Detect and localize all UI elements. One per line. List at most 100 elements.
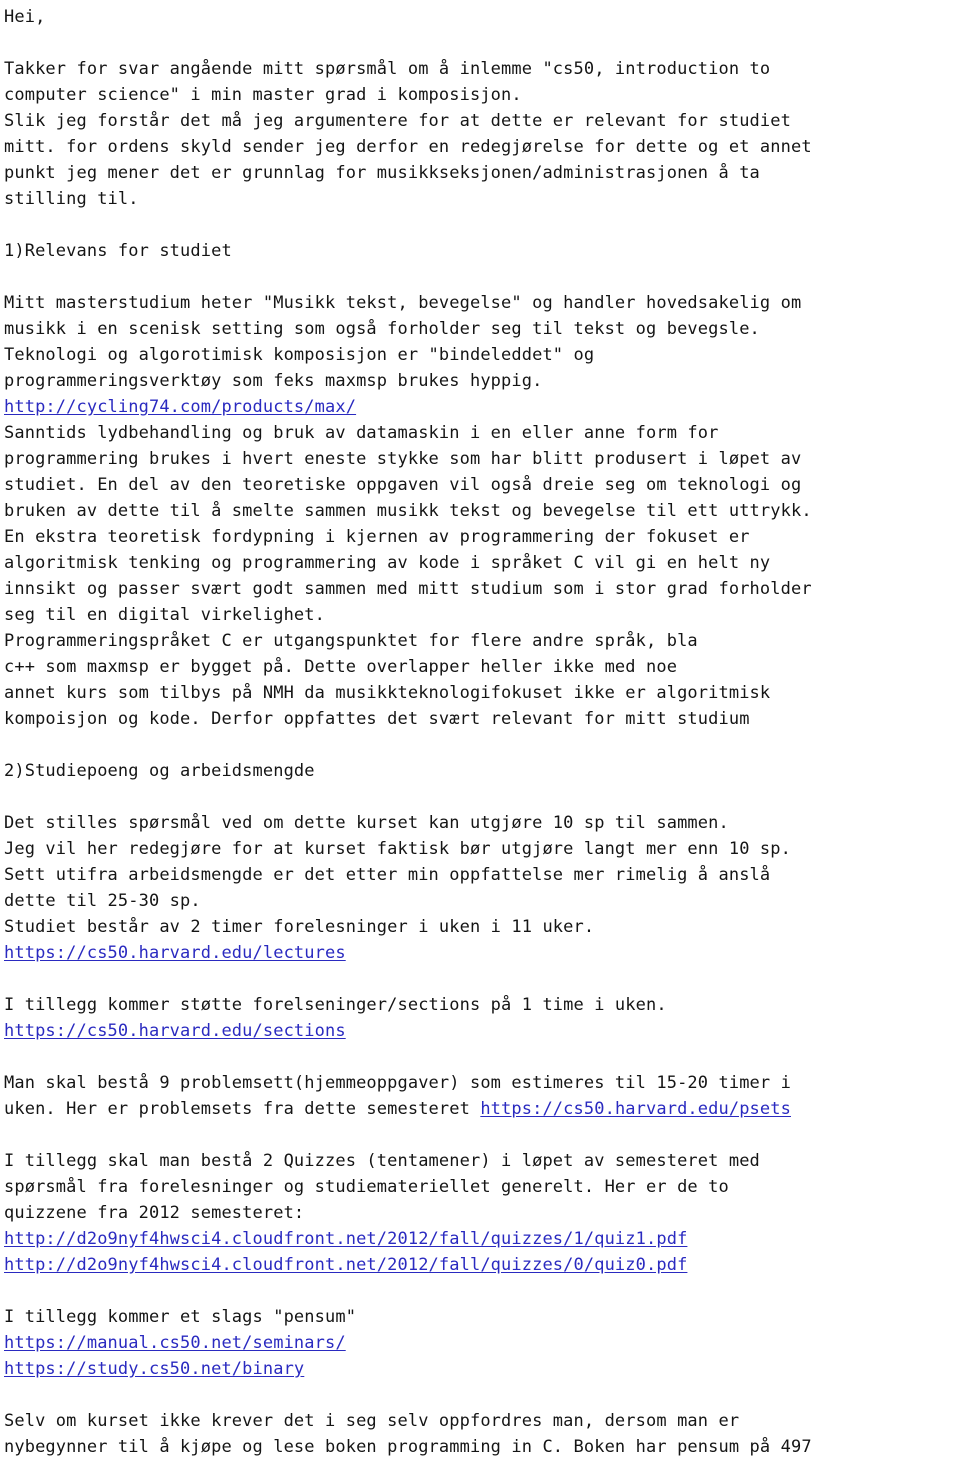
text-run: bruken av dette til å smelte sammen musi… [4,501,812,521]
text-run: mitt. for ordens skyld sender jeg derfor… [4,137,812,157]
text-line: Slik jeg forstår det må jeg argumentere … [4,108,960,134]
text-line: annet kurs som tilbys på NMH da musikkte… [4,680,960,706]
text-line: http://d2o9nyf4hwsci4.cloudfront.net/201… [4,1252,960,1278]
text-line: algoritmisk tenking og programmering av … [4,550,960,576]
text-line: Sanntids lydbehandling og bruk av datama… [4,420,960,446]
text-line: I tillegg skal man bestå 2 Quizzes (tent… [4,1148,960,1174]
text-run: uken. Her er problemsets fra dette semes… [4,1099,481,1119]
text-run: spørsmål fra forelesninger og studiemate… [4,1177,729,1197]
text-line: stilling til. [4,186,960,212]
text-run: Sanntids lydbehandling og bruk av datama… [4,423,719,443]
text-run: seg til en digital virkelighet. [4,605,326,625]
text-line: c++ som maxmsp er bygget på. Dette overl… [4,654,960,680]
text-run: Slik jeg forstår det må jeg argumentere … [4,111,791,131]
text-line: punkt jeg mener det er grunnlag for musi… [4,160,960,186]
text-run: stilling til. [4,189,139,209]
document-body: Hei, Takker for svar angående mitt spørs… [0,0,960,1460]
text-line: https://manual.cs50.net/seminars/ [4,1330,960,1356]
text-run: nybegynner til å kjøpe og lese boken pro… [4,1437,812,1457]
text-run: algoritmisk tenking og programmering av … [4,553,771,573]
text-run: I tillegg kommer et slags "pensum" [4,1307,357,1327]
text-line: quizzene fra 2012 semesteret: [4,1200,960,1226]
text-run: 2)Studiepoeng og arbeidsmengde [4,761,315,781]
text-line: programmering brukes i hvert eneste styk… [4,446,960,472]
text-line: https://cs50.harvard.edu/sections [4,1018,960,1044]
text-run: dette til 25-30 sp. [4,891,201,911]
text-run: Hei, [4,7,46,27]
text-line: kompoisjon og kode. Derfor oppfattes det… [4,706,960,732]
text-line: bruken av dette til å smelte sammen musi… [4,498,960,524]
text-run: I tillegg skal man bestå 2 Quizzes (tent… [4,1151,760,1171]
text-line: Man skal bestå 9 problemsett(hjemmeoppga… [4,1070,960,1096]
text-run: punkt jeg mener det er grunnlag for musi… [4,163,760,183]
text-run: Det stilles spørsmål ved om dette kurset… [4,813,729,833]
hyperlink[interactable]: https://cs50.harvard.edu/sections [4,1021,346,1041]
hyperlink[interactable]: http://cycling74.com/products/max/ [4,397,356,417]
text-line: innsikt og passer svært godt sammen med … [4,576,960,602]
text-line: Mitt masterstudium heter "Musikk tekst, … [4,290,960,316]
hyperlink[interactable]: https://cs50.harvard.edu/lectures [4,943,346,963]
text-run: kompoisjon og kode. Derfor oppfattes det… [4,709,750,729]
text-line: Sett utifra arbeidsmengde er det etter m… [4,862,960,888]
text-line: musikk i en scenisk setting som også for… [4,316,960,342]
text-run: annet kurs som tilbys på NMH da musikkte… [4,683,771,703]
text-line: I tillegg kommer et slags "pensum" [4,1304,960,1330]
text-line: programmeringsverktøy som feks maxmsp br… [4,368,960,394]
text-run: Jeg vil her redegjøre for at kurset fakt… [4,839,791,859]
text-line: mitt. for ordens skyld sender jeg derfor… [4,134,960,160]
text-run: computer science" i min master grad i ko… [4,85,522,105]
text-line: Studiet består av 2 timer forelesninger … [4,914,960,940]
text-line: nybegynner til å kjøpe og lese boken pro… [4,1434,960,1460]
text-run: I tillegg kommer støtte forelseninger/se… [4,995,667,1015]
text-line: Jeg vil her redegjøre for at kurset fakt… [4,836,960,862]
text-run: Programmeringspråket C er utgangspunktet… [4,631,698,651]
text-line: https://cs50.harvard.edu/lectures [4,940,960,966]
text-run: Takker for svar angående mitt spørsmål o… [4,59,771,79]
text-run: Sett utifra arbeidsmengde er det etter m… [4,865,771,885]
text-line: dette til 25-30 sp. [4,888,960,914]
text-run: quizzene fra 2012 semesteret: [4,1203,305,1223]
text-line: Takker for svar angående mitt spørsmål o… [4,56,960,82]
text-line: uken. Her er problemsets fra dette semes… [4,1096,960,1122]
text-line: Programmeringspråket C er utgangspunktet… [4,628,960,654]
text-run: Teknologi og algorotimisk komposisjon er… [4,345,595,365]
text-line: En ekstra teoretisk fordypning i kjernen… [4,524,960,550]
text-run: programmering brukes i hvert eneste styk… [4,449,802,469]
text-run: En ekstra teoretisk fordypning i kjernen… [4,527,750,547]
text-line: computer science" i min master grad i ko… [4,82,960,108]
text-run: programmeringsverktøy som feks maxmsp br… [4,371,543,391]
text-run: studiet. En del av den teoretiske oppgav… [4,475,802,495]
text-run: Studiet består av 2 timer forelesninger … [4,917,595,937]
text-line: http://d2o9nyf4hwsci4.cloudfront.net/201… [4,1226,960,1252]
hyperlink[interactable]: https://study.cs50.net/binary [4,1359,304,1379]
text-run: 1)Relevans for studiet [4,241,232,261]
text-run: Man skal bestå 9 problemsett(hjemmeoppga… [4,1073,791,1093]
text-line: Teknologi og algorotimisk komposisjon er… [4,342,960,368]
text-run: innsikt og passer svært godt sammen med … [4,579,812,599]
text-run: c++ som maxmsp er bygget på. Dette overl… [4,657,678,677]
text-line: 2)Studiepoeng og arbeidsmengde [4,758,960,784]
hyperlink[interactable]: http://d2o9nyf4hwsci4.cloudfront.net/201… [4,1229,687,1249]
text-line: I tillegg kommer støtte forelseninger/se… [4,992,960,1018]
text-line: Hei, [4,4,960,30]
text-line: https://study.cs50.net/binary [4,1356,960,1382]
text-line: http://cycling74.com/products/max/ [4,394,960,420]
text-line: spørsmål fra forelesninger og studiemate… [4,1174,960,1200]
hyperlink[interactable]: http://d2o9nyf4hwsci4.cloudfront.net/201… [4,1255,687,1275]
hyperlink[interactable]: https://cs50.harvard.edu/psets [480,1099,791,1119]
text-line: Det stilles spørsmål ved om dette kurset… [4,810,960,836]
text-run: Selv om kurset ikke krever det i seg sel… [4,1411,740,1431]
text-run: musikk i en scenisk setting som også for… [4,319,760,339]
hyperlink[interactable]: https://manual.cs50.net/seminars/ [4,1333,346,1353]
text-run: Mitt masterstudium heter "Musikk tekst, … [4,293,802,313]
